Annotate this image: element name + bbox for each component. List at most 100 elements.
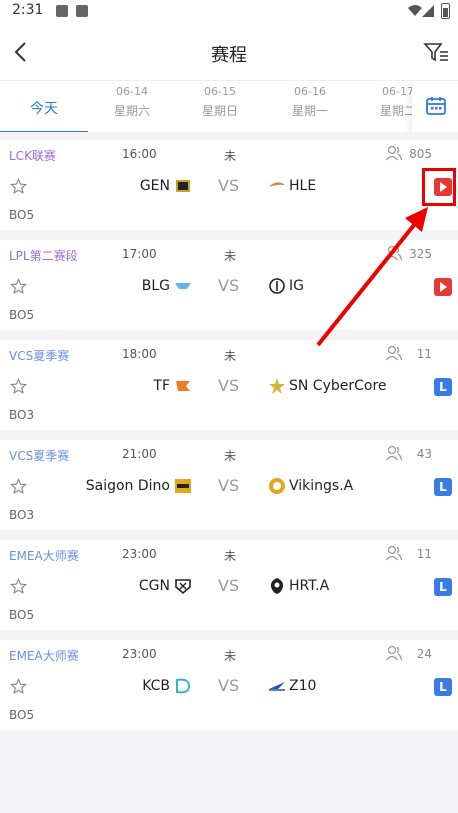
home-team-name: BLG [141,278,170,294]
match-card[interactable]: LCK联赛 16:00 未 805 GEN VS HLE BO5 [0,140,458,230]
league-name[interactable]: LCK联赛 [9,147,56,164]
home-team-name: TF [153,378,170,394]
match-state: 未 [224,449,237,463]
away-team-name: HLE [289,178,317,194]
match-state: 未 [224,349,237,363]
match-card[interactable]: EMEA大师赛 23:00 未 24 KCB VS Z10 L BO5 [0,640,458,730]
favorite-star-icon[interactable] [10,278,27,295]
back-arrow-icon[interactable] [8,38,36,66]
tab-06-15[interactable]: 06-15 星期日 [176,81,264,132]
active-tab-indicator [0,131,88,132]
tab-weekday: 星期一 [291,104,328,118]
away-team-logo [269,682,285,691]
match-time: 18:00 [122,347,157,361]
home-team-name: Saigon Dino [85,478,170,494]
home-team-name: CGN [138,578,170,594]
away-team-logo [269,378,285,394]
tab-label: 今天 [30,101,58,117]
favorite-star-icon[interactable] [10,478,27,495]
youtube-icon[interactable] [434,278,452,296]
favorite-star-icon[interactable] [10,678,27,695]
match-card[interactable]: LPL第二赛段 17:00 未 325 BLG VS IG BO5 [0,240,458,330]
home-team-logo [176,381,190,391]
league-name[interactable]: VCS夏季赛 [9,347,69,364]
match-time: 23:00 [122,647,157,661]
calendar-icon [426,97,446,115]
status-time: 2:31 [12,2,44,18]
vs-label: VS [218,476,240,495]
calendar-button[interactable] [412,81,458,132]
match-time: 17:00 [122,247,157,261]
vs-label: VS [218,276,240,295]
vs-label: VS [218,376,240,395]
viewers-icon [386,445,402,461]
lol-icon[interactable]: L [434,678,452,696]
tab-06-14[interactable]: 06-14 星期六 [88,81,176,132]
match-format: BO5 [9,708,35,722]
tab-date: 06-16 [294,85,326,98]
viewers-icon [386,245,402,261]
away-team-logo [270,578,284,594]
match-state: 未 [224,549,237,563]
home-team-logo [175,283,191,289]
tab-date: 06-14 [116,85,148,98]
viewer-count: 11 [416,347,432,361]
away-team-logo [269,478,285,494]
match-format: BO3 [9,408,35,422]
vs-label: VS [218,176,240,195]
status-bar: 2:31 [0,0,458,24]
match-state: 未 [224,149,237,163]
favorite-star-icon[interactable] [10,378,27,395]
home-team-name: GEN [139,178,170,194]
home-team-logo [175,479,191,493]
tab-06-16[interactable]: 06-16 星期一 [266,81,354,132]
annotation-highlight-box [422,168,456,206]
tab-weekday: 星期六 [113,104,150,118]
league-name[interactable]: VCS夏季赛 [9,447,69,464]
league-name[interactable]: EMEA大师赛 [9,547,79,564]
viewer-count: 805 [409,147,432,161]
wifi-icon [408,5,422,16]
viewers-icon [386,545,402,561]
lol-icon[interactable]: L [434,578,452,596]
match-format: BO5 [9,308,35,322]
match-card[interactable]: EMEA大师赛 23:00 未 11 CGN VS HRT.A L BO5 [0,540,458,630]
match-state: 未 [224,249,237,263]
away-team-name: IG [289,278,304,294]
match-state: 未 [224,649,237,663]
tab-today[interactable]: 今天 [0,81,88,132]
home-team-logo [176,678,191,694]
match-format: BO5 [9,208,35,222]
home-team-name: KCB [142,678,170,694]
top-navigation: 赛程 [0,24,458,80]
battery-icon [441,3,450,19]
favorite-star-icon[interactable] [10,178,27,195]
league-name[interactable]: LPL第二赛段 [9,247,78,264]
viewers-icon [386,645,402,661]
filter-icon[interactable] [422,38,450,66]
viewer-count: 43 [416,447,432,461]
away-team-name: Vikings.A [289,478,354,494]
signal-icon [422,5,434,17]
match-format: BO3 [9,508,35,522]
match-card[interactable]: VCS夏季赛 18:00 未 11 TF VS SN CyberCore L B… [0,340,458,430]
viewer-count: 11 [416,547,432,561]
page-title: 赛程 [211,45,247,66]
home-team-logo [175,579,191,595]
viewer-count: 24 [416,647,432,661]
match-time: 23:00 [122,547,157,561]
away-team-name: SN CyberCore [289,378,387,394]
league-name[interactable]: EMEA大师赛 [9,647,79,664]
tab-date: 06-15 [204,85,236,98]
lol-icon[interactable]: L [434,478,452,496]
favorite-star-icon[interactable] [10,578,27,595]
lol-icon[interactable]: L [434,378,452,396]
match-card[interactable]: VCS夏季赛 21:00 未 43 Saigon Dino VS Vikings… [0,440,458,530]
match-format: BO5 [9,608,35,622]
viewers-icon [386,145,402,161]
image-notification-icon [56,5,68,17]
match-time: 21:00 [122,447,157,461]
tab-weekday: 星期日 [201,104,238,118]
a-notification-icon [76,5,88,17]
match-time: 16:00 [122,147,157,161]
